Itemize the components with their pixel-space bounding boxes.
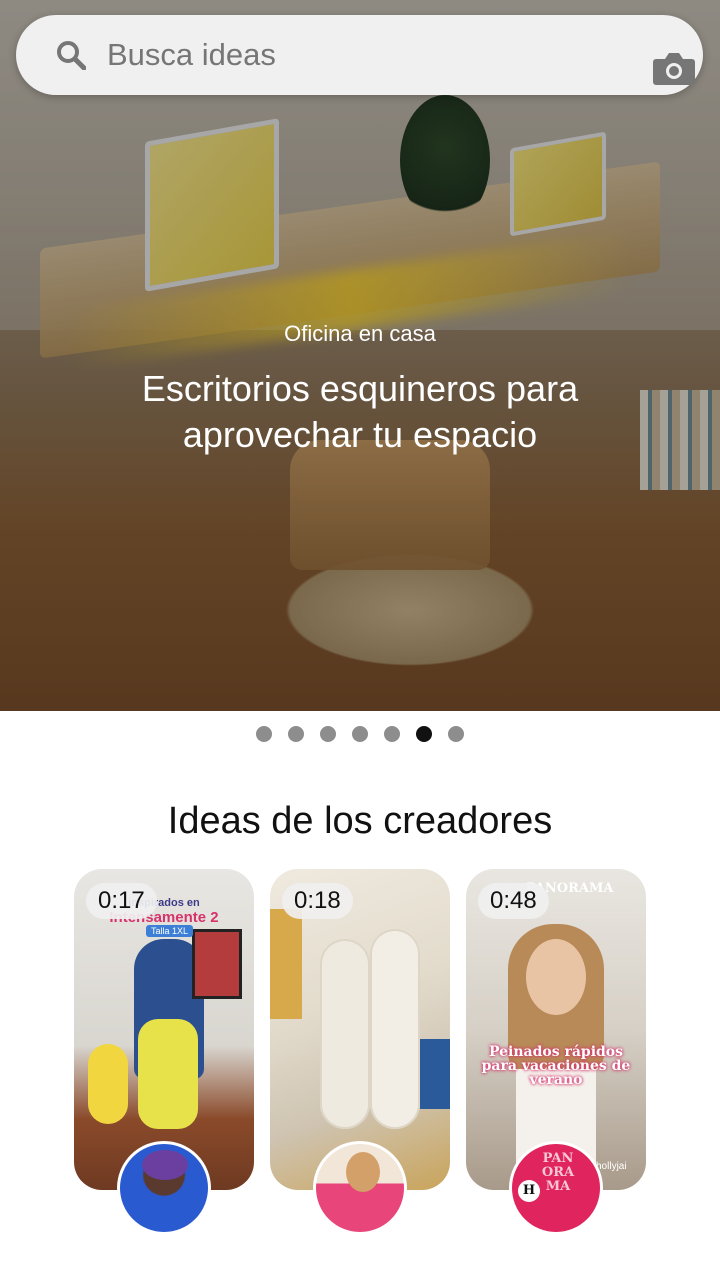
video-handle: hollyjai <box>596 1161 627 1172</box>
avatar-logo-text: PANORAMA <box>541 1151 575 1194</box>
video-thumbnail-blanket <box>270 909 302 1019</box>
carousel-dot[interactable] <box>384 726 400 742</box>
video-thumbnail-sock-right <box>370 929 420 1129</box>
avatar-face <box>346 1152 380 1192</box>
video-thumbnail-face <box>526 939 586 1015</box>
video-thumbnail-dress <box>138 1019 198 1129</box>
carousel-dot[interactable] <box>448 726 464 742</box>
creator-avatar[interactable] <box>117 1141 211 1235</box>
search-input[interactable]: Busca ideas <box>107 37 276 73</box>
video-duration-badge: 0:17 <box>86 883 157 919</box>
carousel-dot[interactable] <box>352 726 368 742</box>
camera-icon[interactable] <box>652 51 696 87</box>
creator-avatar[interactable]: PANORAMA H <box>509 1141 603 1235</box>
carousel-dot[interactable] <box>288 726 304 742</box>
hero-banner[interactable]: Oficina en casa Escritorios esquineros p… <box>0 0 720 711</box>
hero-image-shade <box>0 0 720 711</box>
video-duration-badge: 0:18 <box>282 883 353 919</box>
carousel-dot[interactable] <box>256 726 272 742</box>
video-overlay-text: Peinados rápidos para vacaciones de vera… <box>481 1044 631 1088</box>
avatar-badge: H <box>518 1180 540 1202</box>
carousel-indicator <box>0 726 720 744</box>
carousel-dot[interactable] <box>416 726 432 742</box>
section-title: Ideas de los creadores <box>167 800 553 842</box>
search-icon[interactable] <box>56 40 86 70</box>
video-thumbnail-sock-left <box>320 939 370 1129</box>
hero-title: Escritorios esquineros para aprovechar t… <box>141 368 579 455</box>
video-thumbnail-character <box>88 1044 128 1124</box>
search-bar[interactable]: Busca ideas <box>16 15 703 95</box>
video-overlay-tag: Talla 1XL <box>146 925 194 937</box>
video-thumbnail-painting <box>192 929 242 999</box>
avatar-hair <box>142 1150 188 1180</box>
carousel-dot[interactable] <box>320 726 336 742</box>
video-thumbnail-jeans <box>420 1039 450 1109</box>
video-duration-badge: 0:48 <box>478 883 549 919</box>
hero-subtitle: Oficina en casa <box>284 321 436 346</box>
creator-avatar[interactable] <box>313 1141 407 1235</box>
